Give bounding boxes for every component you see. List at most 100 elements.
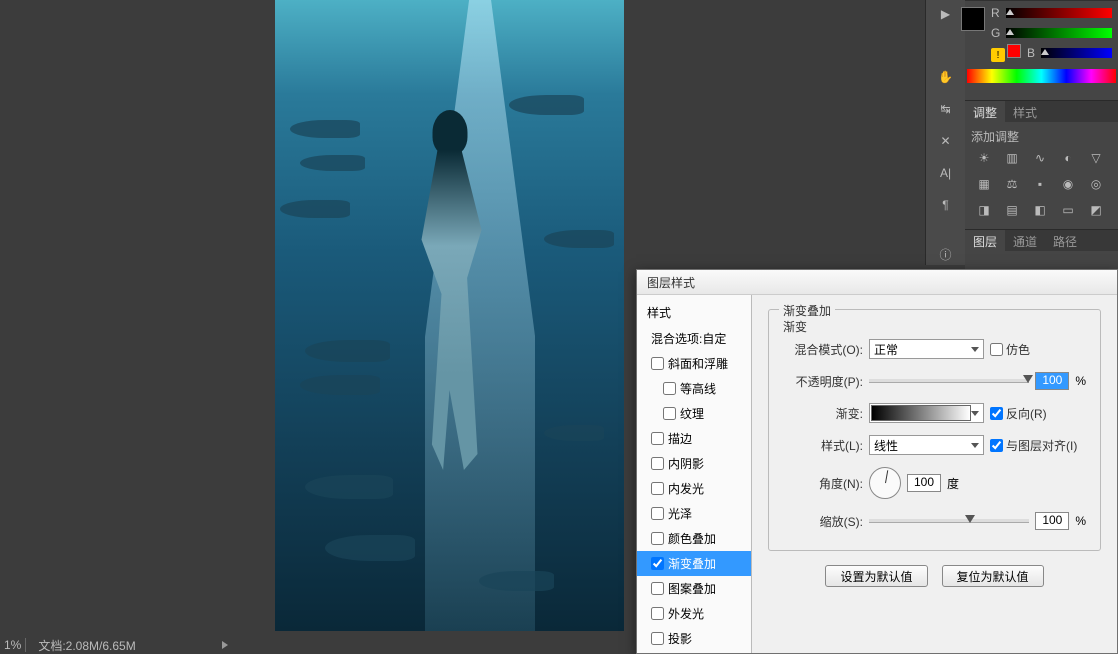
color-panel: R G ! B — [965, 0, 1118, 100]
pct-label: % — [1075, 374, 1086, 388]
blend-mode-combo[interactable]: 正常 — [869, 339, 984, 359]
reset-default-button[interactable]: 复位为默认值 — [942, 565, 1044, 587]
levels-icon[interactable]: ▥ — [1001, 149, 1023, 167]
curves-icon[interactable]: ∿ — [1029, 149, 1051, 167]
mixer-icon[interactable]: ◎ — [1085, 175, 1107, 193]
layer-style-dialog: 图层样式 样式 混合选项:自定 斜面和浮雕 等高线 纹理 描边 内阴影 内发光 … — [636, 269, 1118, 654]
scale-label: 缩放(S): — [783, 513, 863, 530]
swatch-icon[interactable] — [1007, 44, 1021, 58]
group-label: 渐变叠加 — [779, 302, 835, 319]
angle-label: 角度(N): — [783, 475, 863, 492]
scale-input[interactable]: 100 — [1035, 512, 1069, 530]
style-pattern-overlay[interactable]: 图案叠加 — [637, 576, 751, 601]
doc-size: 文档:2.08M/6.65M — [34, 637, 139, 654]
list-header[interactable]: 样式 — [637, 299, 751, 326]
tab-layers[interactable]: 图层 — [965, 230, 1005, 251]
pct-label: % — [1075, 514, 1086, 528]
tab-paths[interactable]: 路径 — [1045, 230, 1085, 251]
layers-panel — [965, 251, 1118, 271]
red-slider[interactable] — [1006, 8, 1112, 18]
image-content — [360, 70, 540, 550]
style-inner-glow[interactable]: 内发光 — [637, 476, 751, 501]
gradient-label: 渐变: — [783, 405, 863, 422]
adjust-tabs: 调整 样式 — [965, 100, 1118, 122]
style-texture[interactable]: 纹理 — [637, 401, 751, 426]
adjustments-title: 添加调整 — [971, 128, 1112, 145]
scale-slider[interactable] — [869, 519, 1029, 523]
group-inner-label: 渐变 — [783, 318, 807, 335]
document-canvas[interactable] — [275, 0, 624, 631]
tab-channels[interactable]: 通道 — [1005, 230, 1045, 251]
reverse-checkbox[interactable]: 反向(R) — [990, 405, 1047, 422]
opacity-label: 不透明度(P): — [783, 373, 863, 390]
style-blending-options[interactable]: 混合选项:自定 — [637, 326, 751, 351]
image-content — [544, 230, 614, 248]
style-gradient-overlay[interactable]: 渐变叠加 — [637, 551, 751, 576]
image-content — [300, 155, 365, 171]
right-toolbar: ▶ ✋ ↹ ✕ A| ¶ ⓘ — [925, 0, 965, 265]
threshold-icon[interactable]: ◧ — [1029, 201, 1051, 219]
channel-label: R — [991, 6, 1000, 20]
channel-label: G — [991, 26, 1000, 40]
style-list: 样式 混合选项:自定 斜面和浮雕 等高线 纹理 描边 内阴影 内发光 光泽 颜色… — [637, 295, 752, 653]
style-stroke[interactable]: 描边 — [637, 426, 751, 451]
adjustments-panel: 添加调整 ☀ ▥ ∿ ◐ ▽ ▦ ⚖ ▪ ◉ ◎ ◨ ▤ ◧ ▭ ◩ — [965, 122, 1118, 229]
spectrum-bar[interactable] — [967, 69, 1116, 83]
image-content — [290, 120, 360, 138]
image-content — [280, 200, 350, 218]
style-satin[interactable]: 光泽 — [637, 501, 751, 526]
play-icon[interactable]: ▶ — [935, 4, 957, 24]
angle-input[interactable]: 100 — [907, 474, 941, 492]
panels-dock: 思缘设计论坛 WWW.MISSYUAN.COM R G ! B 调整 样式 添加… — [965, 0, 1118, 271]
selective-icon[interactable]: ◩ — [1085, 201, 1107, 219]
exposure-icon[interactable]: ◐ — [1057, 149, 1079, 167]
zoom-level[interactable]: 1% — [0, 638, 25, 652]
style-inner-shadow[interactable]: 内阴影 — [637, 451, 751, 476]
brightness-icon[interactable]: ☀ — [973, 149, 995, 167]
style-combo[interactable]: 线性 — [869, 435, 984, 455]
tab-adjust[interactable]: 调整 — [965, 101, 1005, 122]
tab-style[interactable]: 样式 — [1005, 101, 1045, 122]
style-drop-shadow[interactable]: 投影 — [637, 626, 751, 651]
bw-icon[interactable]: ▪ — [1029, 175, 1051, 193]
style-contour[interactable]: 等高线 — [637, 376, 751, 401]
warning-icon[interactable]: ! — [991, 48, 1005, 62]
image-content — [479, 571, 554, 591]
switches-icon[interactable]: ↹ — [935, 99, 957, 119]
hue-icon[interactable]: ▦ — [973, 175, 995, 193]
blue-slider[interactable] — [1041, 48, 1112, 58]
dither-checkbox[interactable]: 仿色 — [990, 341, 1030, 358]
style-bevel[interactable]: 斜面和浮雕 — [637, 351, 751, 376]
angle-wheel[interactable] — [869, 467, 901, 499]
posterize-icon[interactable]: ▤ — [1001, 201, 1023, 219]
blend-mode-label: 混合模式(O): — [783, 341, 863, 358]
photo-filter-icon[interactable]: ◉ — [1057, 175, 1079, 193]
image-content — [544, 425, 604, 441]
paragraph-icon[interactable]: ¶ — [935, 195, 957, 215]
vibrance-icon[interactable]: ▽ — [1085, 149, 1107, 167]
wrench-icon[interactable]: ✕ — [935, 131, 957, 151]
opacity-slider[interactable] — [869, 379, 1029, 383]
channel-label: B — [1027, 46, 1035, 60]
degree-label: 度 — [947, 475, 959, 492]
gradient-overlay-pane: 渐变叠加 渐变 混合模式(O): 正常 仿色 不透明度(P): 100 % 渐变… — [752, 295, 1117, 653]
invert-icon[interactable]: ◨ — [973, 201, 995, 219]
character-icon[interactable]: A| — [935, 163, 957, 183]
align-checkbox[interactable]: 与图层对齐(I) — [990, 437, 1077, 454]
foreground-swatch[interactable] — [955, 1, 991, 36]
style-label: 样式(L): — [783, 437, 863, 454]
scroll-arrow-icon[interactable] — [222, 641, 240, 649]
gradient-map-icon[interactable]: ▭ — [1057, 201, 1079, 219]
green-slider[interactable] — [1006, 28, 1112, 38]
info-icon[interactable]: ⓘ — [935, 245, 957, 265]
status-bar: 1% 文档:2.08M/6.65M — [0, 636, 240, 654]
opacity-input[interactable]: 100 — [1035, 372, 1069, 390]
style-color-overlay[interactable]: 颜色叠加 — [637, 526, 751, 551]
hand-icon[interactable]: ✋ — [935, 67, 957, 87]
style-outer-glow[interactable]: 外发光 — [637, 601, 751, 626]
gradient-picker[interactable] — [869, 403, 984, 423]
make-default-button[interactable]: 设置为默认值 — [825, 565, 927, 587]
layers-tabs: 图层 通道 路径 — [965, 229, 1118, 251]
balance-icon[interactable]: ⚖ — [1001, 175, 1023, 193]
dialog-title: 图层样式 — [637, 270, 1117, 295]
